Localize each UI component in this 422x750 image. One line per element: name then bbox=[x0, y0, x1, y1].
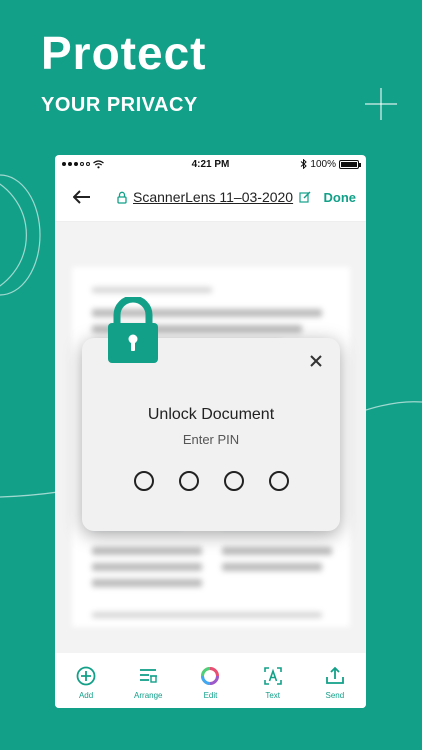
bottom-toolbar: Add Arrange Edit Text Send bbox=[55, 653, 366, 708]
color-wheel-icon bbox=[201, 667, 220, 685]
toolbar-label: Arrange bbox=[134, 691, 163, 700]
status-bar: 4:21 PM 100% bbox=[55, 155, 366, 173]
toolbar-edit-button[interactable]: Edit bbox=[182, 665, 238, 700]
pin-digit-slot bbox=[178, 471, 199, 491]
document-title-group: ScannerLens 11–03-2020 bbox=[117, 189, 311, 205]
edit-title-icon[interactable] bbox=[299, 191, 311, 203]
hero-title: Protect bbox=[41, 27, 207, 79]
dialog-subtitle: Enter PIN bbox=[182, 432, 240, 447]
phone-screen: 4:21 PM 100% ScannerLens 11–03-2020 Done… bbox=[55, 155, 366, 708]
toolbar-add-button[interactable]: Add bbox=[58, 665, 114, 700]
document-title[interactable]: ScannerLens 11–03-2020 bbox=[133, 189, 293, 205]
back-arrow-icon[interactable] bbox=[73, 186, 95, 208]
toolbar-arrange-button[interactable]: Arrange bbox=[120, 665, 176, 700]
unlock-dialog: Unlock Document Enter PIN bbox=[82, 338, 340, 531]
text-scan-icon bbox=[263, 667, 282, 685]
battery-icon bbox=[338, 159, 361, 169]
dialog-title: Unlock Document bbox=[147, 406, 275, 423]
arrange-icon bbox=[140, 669, 158, 683]
pin-input[interactable] bbox=[82, 471, 340, 491]
wifi-icon bbox=[93, 159, 104, 168]
toolbar-send-button[interactable]: Send bbox=[307, 665, 363, 700]
pin-digit-slot bbox=[223, 471, 244, 491]
plus-decoration-icon bbox=[365, 88, 397, 120]
hero-subtitle: YOUR PRIVACY bbox=[41, 94, 198, 116]
signal-icon bbox=[62, 162, 90, 166]
navigation-bar: ScannerLens 11–03-2020 Done bbox=[55, 173, 366, 222]
pin-digit-slot bbox=[268, 471, 289, 491]
done-button[interactable]: Done bbox=[324, 190, 357, 205]
toolbar-label: Edit bbox=[203, 691, 218, 700]
pin-digit-slot bbox=[133, 471, 154, 491]
padlock-icon bbox=[108, 297, 158, 363]
battery-percent: 100% bbox=[310, 158, 336, 170]
toolbar-label: Add bbox=[78, 691, 94, 700]
add-circle-icon bbox=[76, 666, 96, 686]
bluetooth-icon bbox=[301, 159, 308, 169]
toolbar-label: Send bbox=[325, 691, 345, 700]
status-time: 4:21 PM bbox=[191, 158, 230, 170]
share-icon bbox=[325, 666, 344, 684]
signal-area bbox=[62, 159, 152, 169]
toolbar-label: Text bbox=[265, 691, 280, 700]
close-icon[interactable] bbox=[308, 353, 324, 369]
lock-small-icon bbox=[117, 191, 127, 204]
toolbar-text-button[interactable]: Text bbox=[245, 665, 301, 700]
battery-area: 100% bbox=[269, 158, 361, 170]
